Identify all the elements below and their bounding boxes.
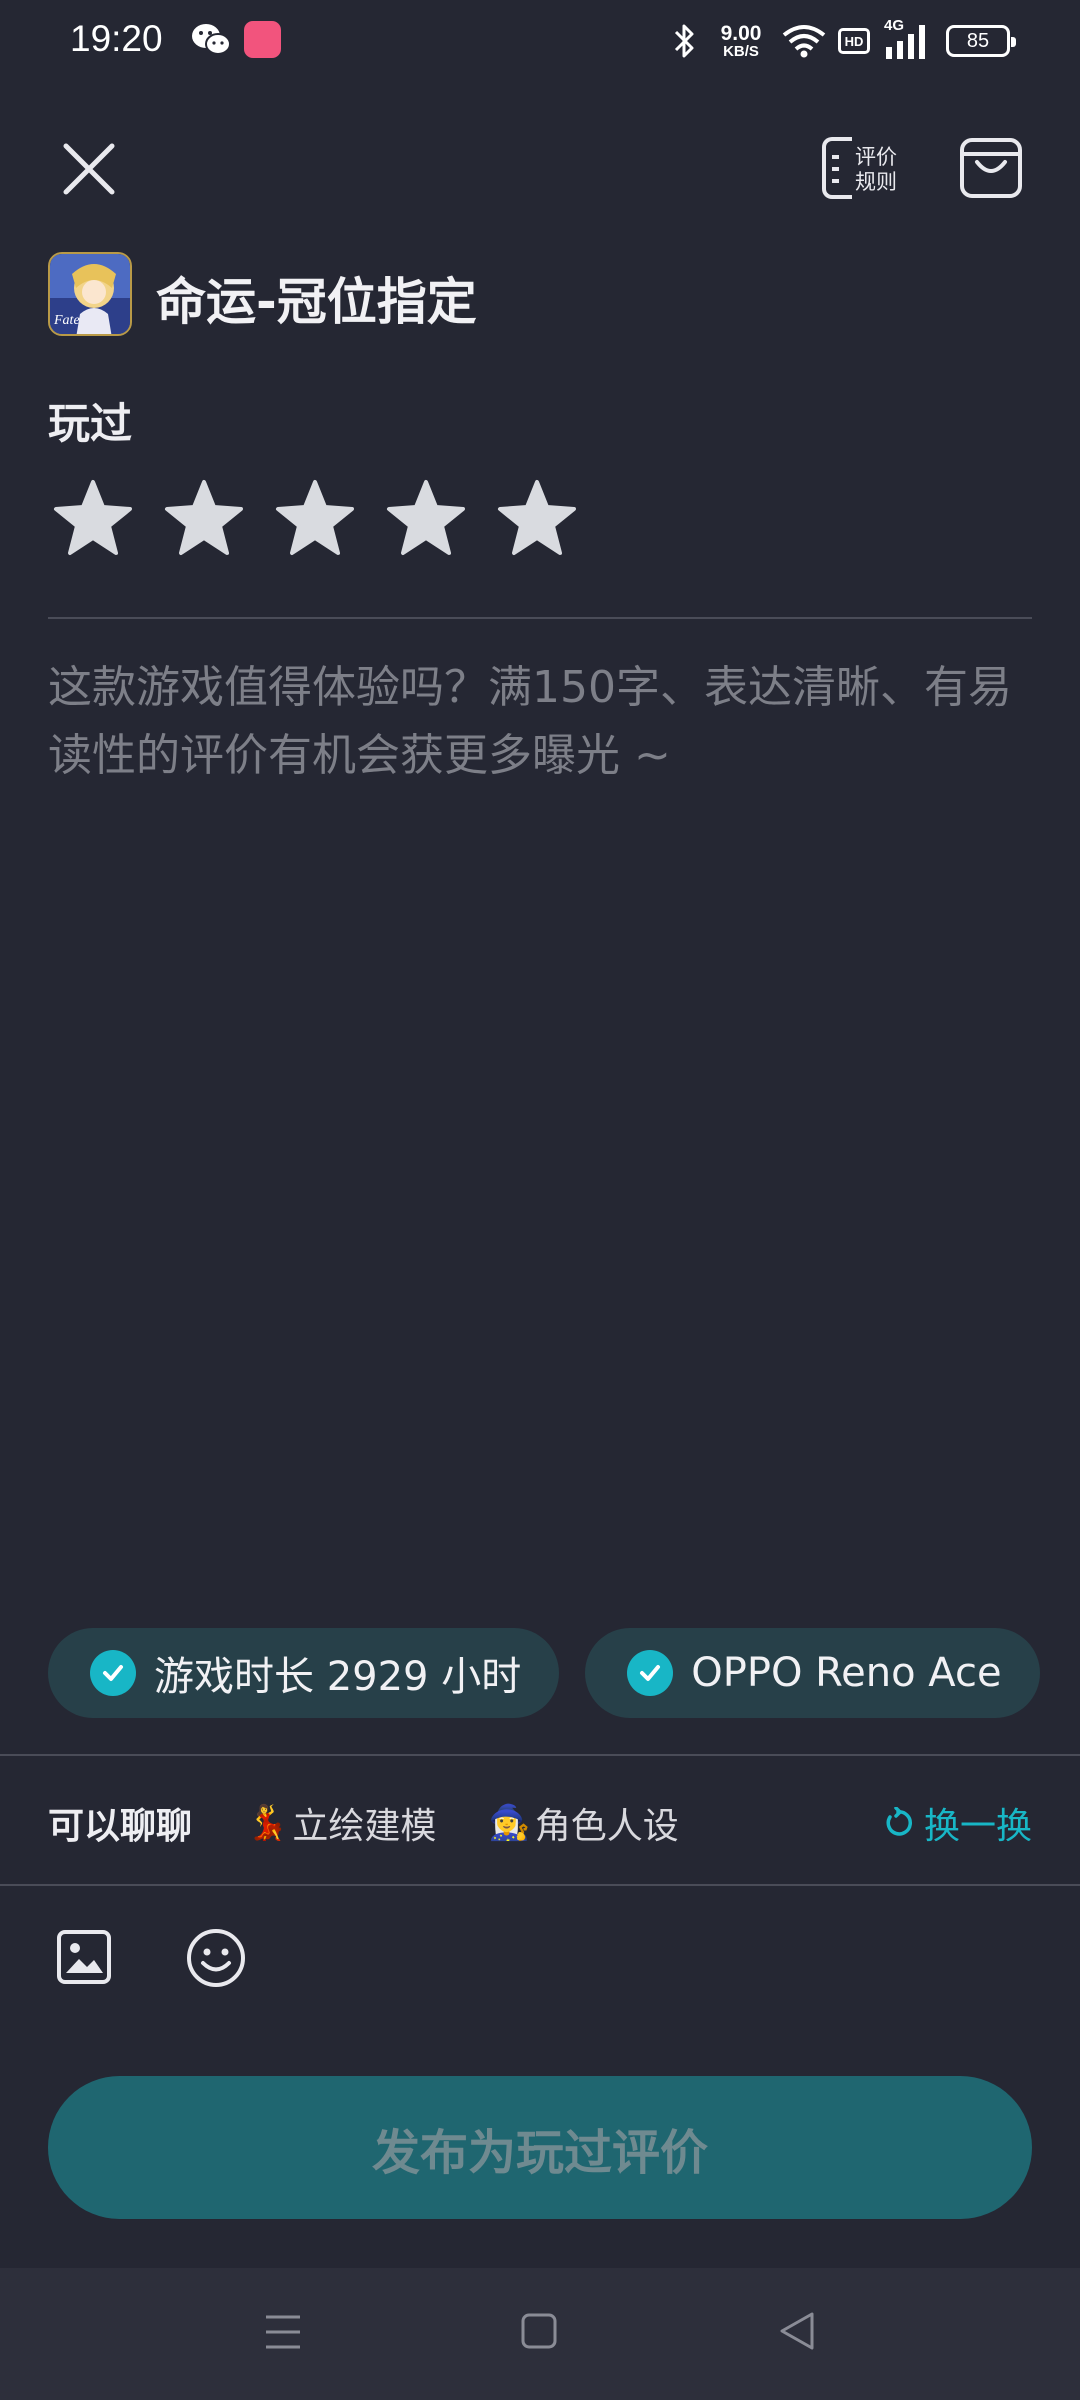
star-icon[interactable] [52,478,134,560]
wechat-icon [192,24,231,55]
bag-icon[interactable] [958,136,1024,200]
rules-label: 评价 规则 [855,145,897,194]
refresh-icon [886,1807,912,1836]
star-icon[interactable] [385,478,467,560]
image-icon[interactable] [56,1929,112,1985]
home-icon[interactable] [521,2312,557,2350]
signal-icon: 4G [884,17,932,61]
device-chip[interactable]: OPPO Reno Ace [585,1628,1040,1718]
svg-text:Fate: Fate [53,313,80,328]
playtime-chip[interactable]: 游戏时长 2929 小时 [48,1628,560,1718]
review-input[interactable] [48,654,1038,1554]
system-nav-bar [0,2268,1080,2400]
topic-character-setting[interactable]: 🧙‍♀️ 角色人设 [488,1797,678,1849]
check-icon [627,1650,674,1696]
wifi-icon [782,25,826,58]
status-time: 19:20 [70,18,163,59]
divider [0,1884,1080,1886]
network-speed: 9.00 KB/S [720,22,762,60]
divider [48,617,1032,619]
star-icon[interactable] [163,478,245,560]
topic-suggestions: 可以聊聊 💃 立绘建模 🧙‍♀️ 角色人设 换一换 [48,1790,1032,1856]
battery-icon: 85 [946,25,1016,57]
topic-art-model[interactable]: 💃 立绘建模 [246,1797,436,1849]
dancer-icon: 💃 [246,1803,289,1843]
review-tags: 游戏时长 2929 小时 OPPO Reno Ace [48,1628,1066,1718]
status-bar: 19:20 9.00 KB/S HD 4G 85 [0,0,1080,82]
refresh-topics-button[interactable]: 换一换 [882,1797,1032,1849]
publish-button[interactable]: 发布为玩过评价 [48,2076,1032,2219]
mage-icon: 🧙‍♀️ [488,1803,531,1843]
game-icon: Fate [48,252,132,336]
menu-icon[interactable] [264,2312,302,2352]
check-icon [90,1650,136,1696]
hd-icon: HD [838,28,870,54]
close-icon[interactable] [56,136,122,202]
emoji-icon[interactable] [186,1928,246,1988]
app-notification-icon [244,21,281,58]
game-title: 命运-冠位指定 [156,273,477,331]
divider [0,1754,1080,1756]
bluetooth-icon [674,24,694,58]
star-icon[interactable] [274,478,356,560]
topics-label: 可以聊聊 [48,1806,193,1847]
chip-label: 游戏时长 2929 小时 [154,1654,522,1700]
review-rules-button[interactable]: 评价 规则 [822,133,902,205]
back-icon[interactable] [778,2310,816,2352]
status-indicators: 9.00 KB/S HD 4G 85 [670,17,1016,64]
star-icon[interactable] [496,478,578,560]
chip-label: OPPO Reno Ace [691,1650,1002,1696]
rating-label: 玩过 [48,399,133,448]
star-rating[interactable] [52,478,607,560]
